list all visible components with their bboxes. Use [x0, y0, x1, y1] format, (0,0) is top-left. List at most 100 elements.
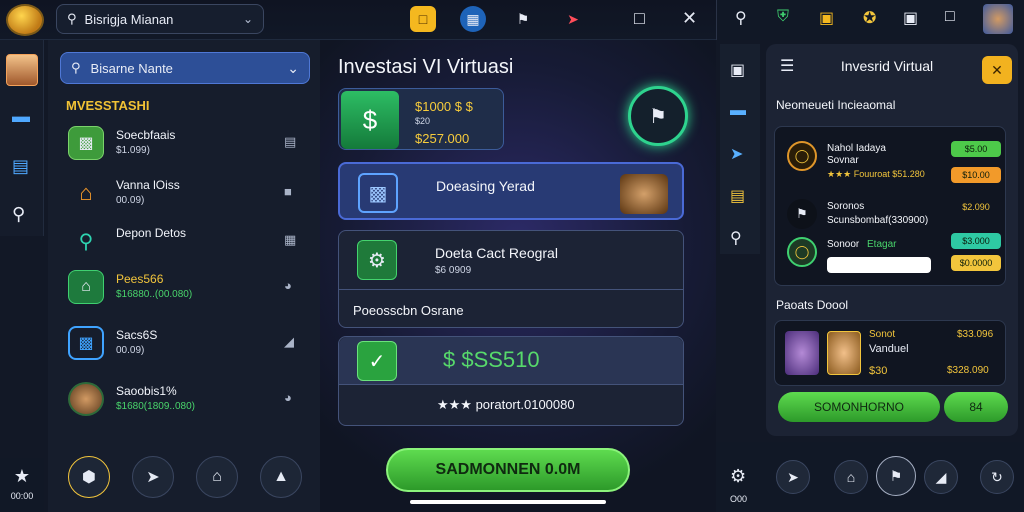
chart-button[interactable]: ◢	[924, 460, 958, 494]
primary-button[interactable]: SADMONNEN 0.0M	[386, 448, 630, 492]
search-icon[interactable]: ⚲	[12, 204, 25, 225]
card-total[interactable]: ✓ $ $SS510 ★★★ poratort.0100080	[338, 336, 684, 426]
app-root: ⚲ Bisrigja Mianan ⌄ □ ▦ ⚑ ➤ □ ✕ ▬ ▤ ⚲ ★ …	[0, 0, 1024, 512]
menu-item[interactable]: ▩ Sacs6S 00.09) ◢	[68, 324, 318, 368]
cup-icon[interactable]: ◕	[284, 278, 292, 293]
rocket-icon[interactable]: ➤	[560, 6, 586, 32]
top-bar: ⚲ Bisrigja Mianan ⌄ □ ▦ ⚑ ➤ □ ✕	[0, 0, 716, 40]
close-icon[interactable]: ✕	[682, 8, 697, 29]
avatar[interactable]	[983, 4, 1013, 34]
app-select[interactable]: ⚲ Bisrigja Mianan ⌄	[56, 4, 264, 34]
offer-item[interactable]: ◯ Nahol Iadaya Sovnar ★★★ Fouuroat $51.2…	[787, 141, 1001, 183]
building-icon[interactable]: ⚑	[510, 6, 536, 32]
list-icon[interactable]: ▤	[12, 156, 29, 177]
menu-item[interactable]: ▩ Soecbfaais $1.099) ▤	[68, 124, 318, 168]
trophy-icon[interactable]: ⚑	[628, 86, 688, 146]
right-panel: ☰ Invesrid Virtual ✕ Neomeueti Incieaoma…	[766, 44, 1018, 436]
offer-pill[interactable]: $0.0000	[951, 255, 1001, 271]
send-icon[interactable]: ➤	[730, 144, 743, 164]
card-invest[interactable]: ▩ Doeasing Yerad	[338, 162, 684, 220]
offer-value: Scunsbombaf(330900)	[827, 215, 929, 226]
grid-icon[interactable]: ▦	[284, 232, 296, 248]
cards-icon[interactable]: ▬	[730, 102, 746, 120]
card-data[interactable]: ⚙ Doeta Cact Reogral $6 0909 Poeosscbn O…	[338, 230, 684, 328]
bottom-nav: ⬢ ➤ ⌂ ▲	[68, 456, 302, 498]
offer-value: ★★★ Fouuroat $51.280	[827, 169, 925, 179]
offer-pill[interactable]: $10.00	[951, 167, 1001, 183]
app-grid-icon[interactable]: ▦	[460, 6, 486, 32]
nav-label: O00	[730, 494, 748, 504]
square-icon[interactable]: ■	[284, 184, 292, 199]
chart-icon[interactable]: ◢	[284, 334, 294, 350]
menu-item-title: Depon Detos	[116, 226, 187, 240]
right-top-bar: ⚲ ⛨ ▣ ✪ ▣ □	[716, 0, 1024, 40]
game-icon[interactable]: ✪	[863, 8, 876, 28]
balance-card[interactable]: $ $1000 $ $ $20 $257.000	[338, 88, 504, 150]
calculator-icon: ▩	[68, 126, 104, 160]
menu-item[interactable]: ⌂ Vanna lOiss 00.09) ■	[68, 174, 318, 218]
folder-icon[interactable]: ▣	[819, 8, 834, 28]
gear-icon[interactable]: ⚙	[730, 466, 746, 487]
cup-icon[interactable]: ◕	[284, 390, 292, 405]
search-icon: ⚲	[71, 60, 81, 75]
star-icon[interactable]: ★	[14, 466, 30, 487]
side-panel: ⚲ Bisarne Nante ⌄ MVESSTASHI ▩ Soecbfaai…	[48, 40, 320, 512]
offer-pill[interactable]: $3.000	[951, 233, 1001, 249]
offer-list: ◯ Nahol Iadaya Sovnar ★★★ Fouuroat $51.2…	[774, 126, 1006, 286]
badge-button[interactable]: ⬢	[68, 456, 110, 498]
menu-item-sub: 00.09)	[116, 195, 145, 206]
offer-pill[interactable]: $5.00	[951, 141, 1001, 157]
menu-item[interactable]: Saoobis1% $1680(1809..080) ◕	[68, 380, 318, 424]
search-input[interactable]: ⚲ Bisarne Nante ⌄	[60, 52, 310, 84]
cards-icon[interactable]: ▬	[12, 106, 30, 127]
rating-text: ★★★ poratort.0100080	[437, 397, 575, 412]
search-icon[interactable]: ⚲	[730, 228, 742, 248]
reward-card[interactable]: Sonot Vanduel $30 $33.096 $328.090	[774, 320, 1006, 386]
puzzle-icon: ▩	[68, 326, 104, 360]
offer-title: Nahol Iadaya	[827, 143, 886, 154]
folder-icon[interactable]: □	[410, 6, 436, 32]
main-content: Investasi VI Virtuasi $ $1000 $ $ $20 $2…	[320, 40, 716, 512]
ledger-icon[interactable]: ▤	[730, 186, 745, 206]
menu-item-title: Soecbfaais	[116, 128, 176, 142]
square-icon[interactable]: □	[945, 8, 955, 26]
count-button[interactable]: 84	[944, 392, 1008, 422]
offer-pill[interactable]: $2.090	[951, 199, 1001, 215]
offer-item[interactable]: ◯ Sonoor Etagar $3.000 $0.0000	[787, 233, 1001, 277]
claim-button[interactable]: SOMONHORNO	[778, 392, 940, 422]
trophy-button[interactable]: ⚑	[876, 456, 916, 496]
search-icon[interactable]: ⚲	[735, 8, 747, 28]
refresh-button[interactable]: ↻	[980, 460, 1014, 494]
chart-icon: ◯	[787, 237, 817, 267]
square-icon[interactable]: □	[634, 8, 645, 29]
dashboard-button[interactable]: ▲	[260, 456, 302, 498]
mascot-icon	[620, 174, 668, 214]
checkmark-icon: ✓	[357, 341, 397, 381]
card-sub: $6 0909	[435, 265, 472, 276]
reward-amount: $30	[869, 365, 888, 377]
right-bottom-nav: ⚙ O00 ➤ ⌂ ⚑ ◢ ↻	[716, 442, 1024, 512]
balance-line-2: $20	[415, 116, 431, 126]
menu-item[interactable]: ⚲ Depon Detos ▦	[68, 222, 318, 266]
building-icon: ⚑	[787, 199, 817, 229]
total-value: $ $SS510	[443, 347, 540, 372]
brand-logo[interactable]	[6, 4, 44, 36]
close-icon[interactable]: ✕	[982, 56, 1012, 84]
send-button[interactable]: ➤	[776, 460, 810, 494]
chevron-down-icon: ⌄	[287, 59, 299, 76]
send-button[interactable]: ➤	[132, 456, 174, 498]
house-icon: ⌂	[79, 180, 93, 205]
menu-item[interactable]: ⌂ Pees566 $16880..(00.080) ◕	[68, 268, 318, 312]
reward-value-1: $33.096	[957, 329, 994, 340]
home-button[interactable]: ⌂	[834, 460, 868, 494]
reward-name: Sonot	[869, 329, 896, 340]
menu-icon[interactable]: ☰	[780, 56, 794, 76]
camera-icon[interactable]: ▣	[730, 60, 745, 80]
avatar[interactable]	[6, 54, 38, 86]
camera-icon[interactable]: ▣	[903, 8, 918, 28]
toolbar-icons: □ ▦ ⚑ ➤	[410, 6, 610, 32]
avatar	[785, 331, 819, 375]
book-icon[interactable]: ▤	[284, 134, 296, 150]
home-button[interactable]: ⌂	[196, 456, 238, 498]
shield-icon[interactable]: ⛨	[777, 8, 789, 26]
